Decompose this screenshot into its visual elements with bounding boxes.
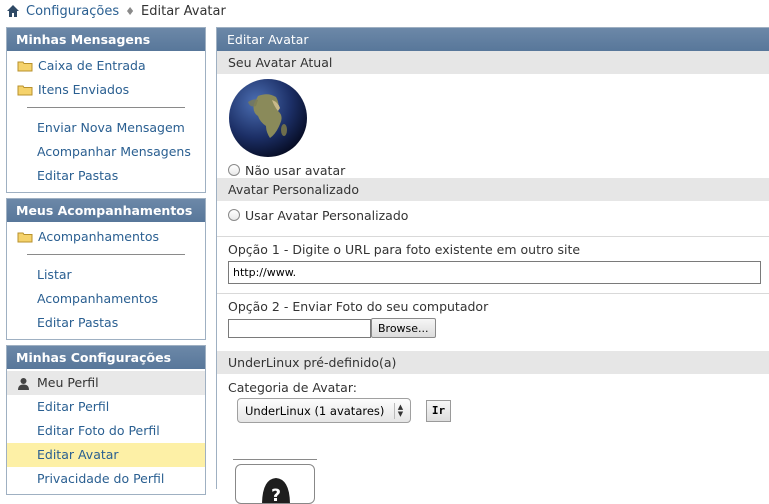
edit-avatar-panel: Editar Avatar Seu Avatar Atual Não usar … xyxy=(216,27,769,504)
sidebar-item-inbox[interactable]: Caixa de Entrada xyxy=(7,54,205,78)
sidebar-item-label: Itens Enviados xyxy=(38,82,130,97)
subscriptions-block: Meus Acompanhamentos Acompanhamentos Lis… xyxy=(6,198,206,340)
messages-block: Minhas Mensagens Caixa de Entrada Itens … xyxy=(6,27,206,193)
predefined-heading: UnderLinux pré-definido(a) xyxy=(217,351,769,374)
breadcrumb-current: Editar Avatar xyxy=(141,3,226,19)
avatar-url-input[interactable] xyxy=(228,261,761,284)
sidebar-link-edit-profile-photo[interactable]: Editar Foto do Perfil xyxy=(7,419,205,443)
sidebar-link-edit-profile[interactable]: Editar Perfil xyxy=(7,395,205,419)
breadcrumb-separator-icon: ♦ xyxy=(125,4,136,18)
sidebar-item-label: Meu Perfil xyxy=(37,375,99,390)
avatar-category-selected: UnderLinux (1 avatares) xyxy=(245,403,385,418)
settings-block: Minhas Configurações Meu Perfil Editar P… xyxy=(6,345,206,495)
subscriptions-block-title: Meus Acompanhamentos xyxy=(7,199,205,222)
use-custom-avatar-label: Usar Avatar Personalizado xyxy=(245,207,409,223)
sidebar-link-edit-folders[interactable]: Editar Pastas xyxy=(7,164,205,188)
current-avatar-heading: Seu Avatar Atual xyxy=(217,51,769,74)
folder-icon xyxy=(17,232,33,243)
custom-avatar-heading: Avatar Personalizado xyxy=(217,178,769,201)
home-icon[interactable] xyxy=(6,4,20,18)
folder-icon xyxy=(17,85,33,96)
breadcrumb: Configurações ♦ Editar Avatar xyxy=(6,2,226,20)
sidebar-item-subscriptions[interactable]: Acompanhamentos xyxy=(7,225,205,249)
unknown-user-icon: ? xyxy=(262,478,290,503)
go-button[interactable]: Ir xyxy=(426,399,451,422)
sidebar-link-list[interactable]: Listar xyxy=(7,263,205,287)
no-avatar-radio[interactable] xyxy=(228,164,240,176)
breadcrumb-link-configuracoes[interactable]: Configurações xyxy=(26,4,119,19)
folder-icon xyxy=(17,61,33,72)
panel-title: Editar Avatar xyxy=(217,28,769,51)
sidebar-link-profile-privacy[interactable]: Privacidade do Perfil xyxy=(7,467,205,491)
sidebar-divider xyxy=(27,107,185,108)
predefined-avatar-tile[interactable]: ? xyxy=(235,464,315,504)
sidebar-divider xyxy=(27,254,185,255)
option1-label: Opção 1 - Digite o URL para foto existen… xyxy=(228,242,581,257)
sidebar-link-edit-avatar[interactable]: Editar Avatar xyxy=(7,443,205,467)
current-avatar-image xyxy=(229,79,307,157)
use-custom-avatar-radio[interactable] xyxy=(228,209,240,221)
user-icon xyxy=(18,377,29,390)
no-avatar-label: Não usar avatar xyxy=(245,162,346,178)
file-path-input[interactable] xyxy=(228,318,371,338)
avatar-gallery-divider xyxy=(233,459,317,460)
sidebar-item-profile: Meu Perfil xyxy=(7,371,205,395)
sidebar-item-label: Acompanhamentos xyxy=(38,229,159,244)
sidebar-link-subscriptions[interactable]: Acompanhamentos xyxy=(7,287,205,311)
option2-label: Opção 2 - Enviar Foto do seu computador xyxy=(228,299,489,314)
sidebar-item-sent[interactable]: Itens Enviados xyxy=(7,78,205,102)
browse-button[interactable]: Browse... xyxy=(371,318,436,338)
sidebar-link-track-messages[interactable]: Acompanhar Mensagens xyxy=(7,140,205,164)
select-arrows-icon: ▲ ▼ xyxy=(394,402,406,419)
sidebar-link-new-message[interactable]: Enviar Nova Mensagem xyxy=(7,116,205,140)
sidebar-link-edit-folders[interactable]: Editar Pastas xyxy=(7,311,205,335)
avatar-category-select[interactable]: UnderLinux (1 avatares) ▲ ▼ xyxy=(237,398,411,423)
messages-block-title: Minhas Mensagens xyxy=(7,28,205,51)
sidebar-item-label: Caixa de Entrada xyxy=(38,58,146,73)
avatar-category-label: Categoria de Avatar: xyxy=(228,380,357,395)
settings-block-title: Minhas Configurações xyxy=(7,346,205,369)
